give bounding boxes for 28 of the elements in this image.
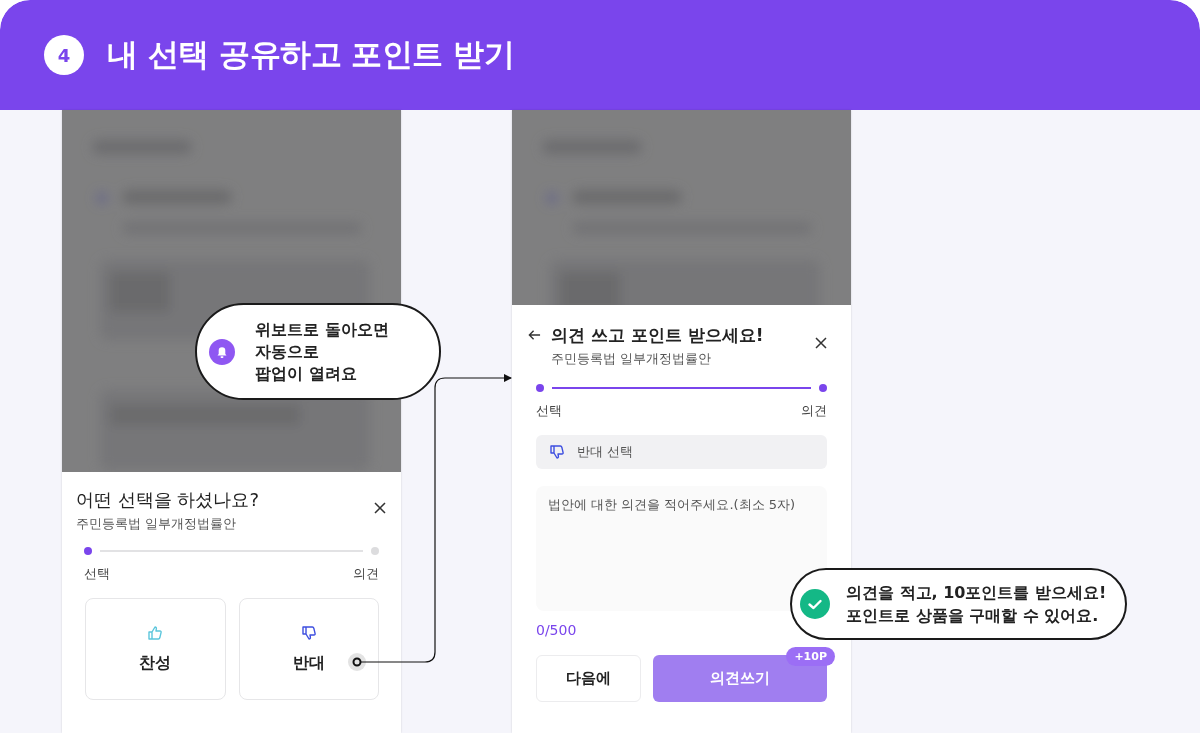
step-label: 선택 <box>84 565 110 583</box>
close-icon[interactable] <box>815 337 827 349</box>
step-label: 의견 <box>353 565 379 583</box>
close-icon[interactable] <box>374 502 386 514</box>
callout-text: 의견을 적고, 10포인트를 받으세요! 포인트로 상품을 구매할 수 있어요. <box>846 582 1107 627</box>
check-icon <box>800 589 830 619</box>
sheet-subtitle: 주민등록법 일부개정법률안 <box>551 350 713 368</box>
character-counter: 0/500 <box>536 622 578 638</box>
thumbs-up-icon <box>147 624 164 641</box>
sheet-title: 어떤 선택을 하셨나요? <box>76 488 260 512</box>
option-card[interactable]: 찬성 <box>85 598 226 700</box>
opinion-field[interactable]: 법안에 대한 의견을 적어주세요.(최소 5자) <box>536 486 827 611</box>
callout-text: 위보트로 돌아오면 자동으로 팝업이 열려요 <box>255 318 389 385</box>
option-card[interactable]: 반대 <box>238 598 379 700</box>
points-badge: +10P <box>786 647 835 666</box>
chip-label: 반대 선택 <box>577 443 634 461</box>
step-label: 선택 <box>536 402 562 420</box>
step-number: 4 <box>44 35 84 75</box>
step-label: 의견 <box>801 402 827 420</box>
thumbs-down-icon <box>549 444 565 460</box>
tap-indicator <box>348 653 366 671</box>
later-button[interactable]: 다음에 <box>536 655 641 702</box>
back-arrow-icon[interactable] <box>528 329 541 341</box>
sheet-subtitle: 주민등록법 일부개정법률안 <box>76 515 238 533</box>
thumbs-down-icon <box>300 624 317 641</box>
header-title: 내 선택 공유하고 포인트 받기 <box>107 35 515 74</box>
sheet-title: 의견 쓰고 포인트 받으세요! <box>551 324 765 347</box>
bell-icon <box>209 338 235 365</box>
